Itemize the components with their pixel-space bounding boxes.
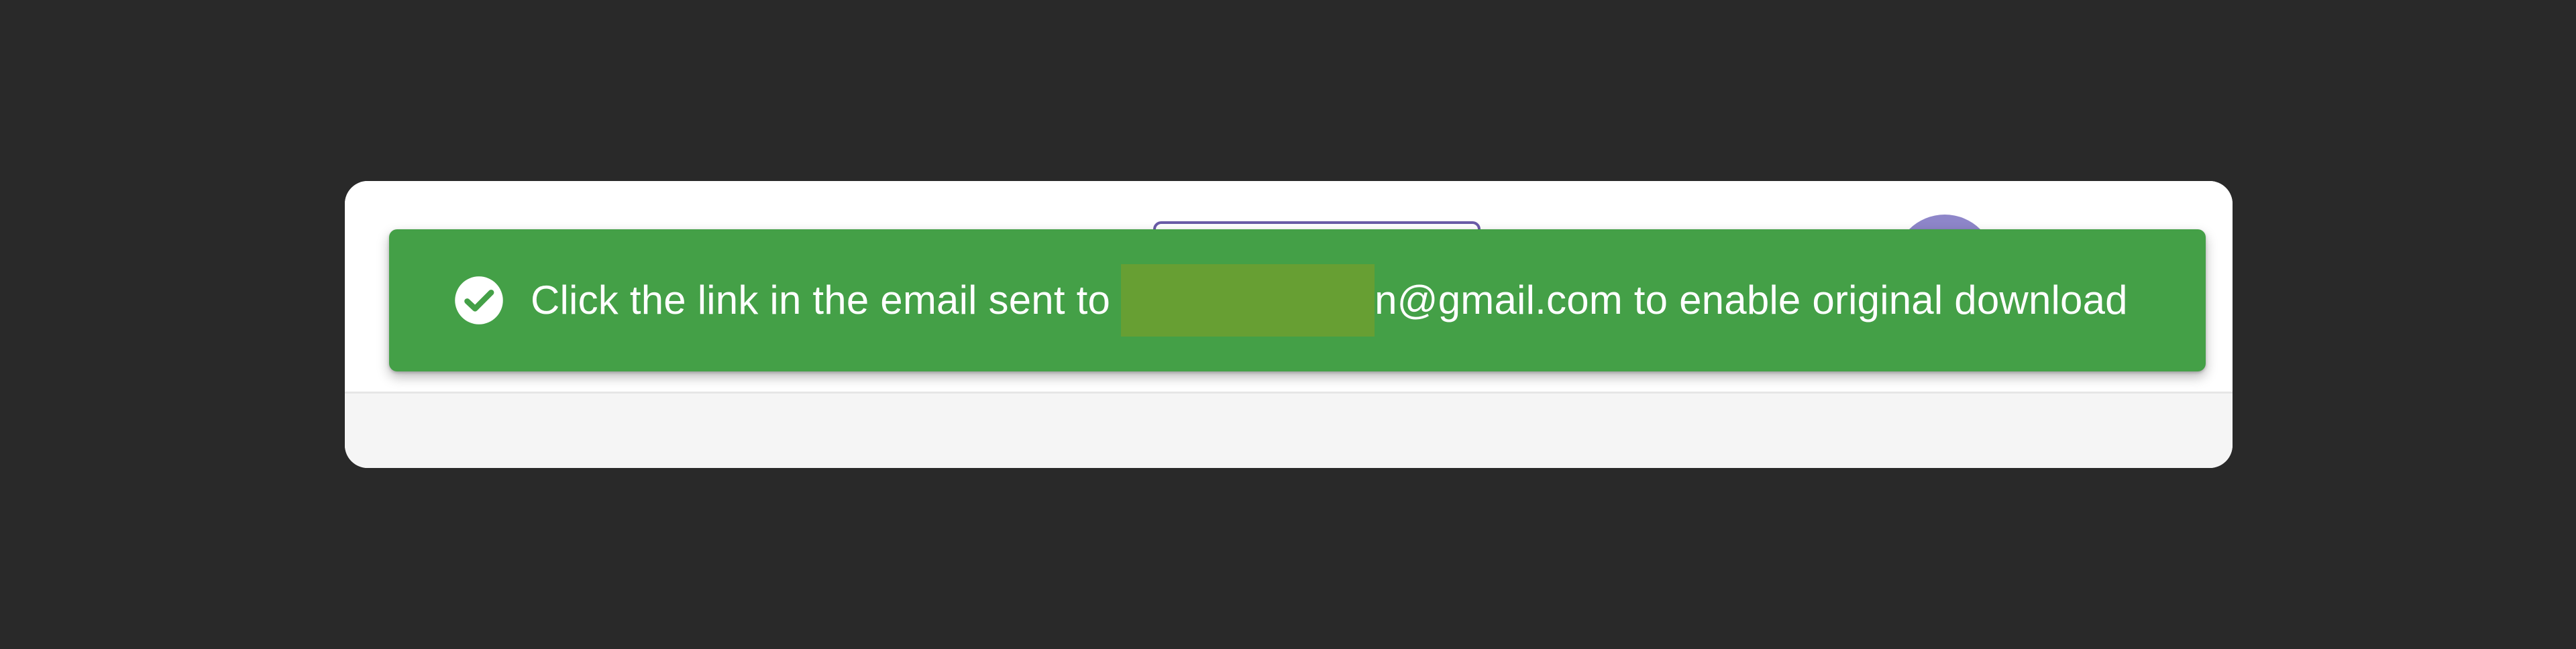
- redacted-email-block: ████████████: [1121, 264, 1375, 337]
- message-prefix: Click the link in the email sent to: [531, 278, 1111, 322]
- notification-message: Click the link in the email sent to ████…: [531, 264, 2128, 337]
- check-circle-icon: [455, 276, 503, 324]
- screen-background: Click the link in the email sent to ████…: [0, 0, 2576, 649]
- message-suffix: n@gmail.com to enable original download: [1375, 278, 2128, 322]
- content-area: [345, 394, 2233, 468]
- success-notification: Click the link in the email sent to ████…: [389, 229, 2206, 371]
